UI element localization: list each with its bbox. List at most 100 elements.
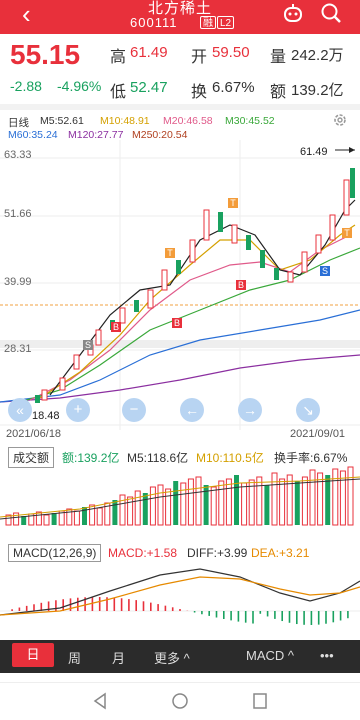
macd-bar	[296, 611, 298, 625]
amount-value: 139.2亿	[291, 82, 344, 99]
arrow-right-icon[interactable]: →	[238, 398, 262, 422]
volume-value: 242.2万	[291, 47, 344, 64]
volume-bar	[180, 482, 187, 526]
svg-text:B: B	[238, 280, 244, 290]
macd-bar	[62, 599, 64, 611]
volume-bar	[21, 516, 27, 525]
volume-turnover: 换手率:6.67%	[274, 451, 348, 465]
tab-week[interactable]: 周	[68, 648, 81, 667]
more-menu-icon[interactable]: •••	[320, 648, 334, 663]
macd-bar	[128, 599, 130, 611]
high-label: 高	[110, 49, 127, 66]
max-price-label: 61.49	[300, 146, 328, 158]
current-price: 55.15	[10, 39, 81, 70]
volume-bar	[279, 478, 286, 526]
macd-bar	[113, 597, 116, 611]
volume-bar	[332, 468, 339, 526]
volume-bar	[89, 504, 96, 526]
level2-badge: L2	[217, 16, 235, 29]
macd-bar	[223, 611, 225, 620]
macd-bar	[150, 602, 152, 611]
tab-month[interactable]: 月	[112, 648, 125, 667]
volume-bar	[73, 510, 80, 526]
search-icon[interactable]	[320, 2, 342, 24]
macd-bar	[98, 597, 101, 611]
tab-day[interactable]: 日	[12, 643, 54, 667]
volume-bar	[35, 511, 42, 526]
macd-bar	[18, 607, 21, 611]
candles	[35, 168, 355, 403]
volume-ma10: M10:110.5亿	[196, 451, 264, 465]
kline-chart[interactable]: S B B T T B S T	[0, 140, 360, 430]
macd-bar	[179, 609, 181, 611]
chart-controls: « + − ← → ↘	[0, 398, 360, 422]
macd-bar	[193, 611, 196, 613]
arrow-left-icon[interactable]: ←	[180, 398, 204, 422]
y-tick-1: 63.33	[4, 149, 32, 161]
macd-chart	[0, 568, 360, 625]
home-icon[interactable]	[171, 692, 189, 710]
svg-text:S: S	[322, 266, 328, 276]
macd-bar	[142, 601, 145, 611]
turnover-value: 6.67%	[212, 79, 255, 96]
amount-label: 额	[270, 84, 287, 101]
macd-bar	[120, 598, 123, 611]
macd-bar	[347, 611, 349, 619]
svg-text:T: T	[230, 198, 236, 208]
volume-bar	[339, 470, 346, 526]
macd-bar	[201, 611, 203, 615]
macd-bar	[157, 604, 159, 611]
volume-bar	[112, 500, 118, 525]
ma5-label: M5:52.61	[40, 115, 84, 127]
margin-badge: 融	[200, 16, 216, 29]
macd-tab[interactable]: MACD(12,26,9)	[8, 544, 102, 562]
tab-more[interactable]: 更多 ^	[154, 648, 190, 667]
shrink-icon[interactable]: «	[8, 398, 32, 422]
date-end: 2021/09/01	[290, 428, 346, 440]
macd-bar	[244, 611, 247, 623]
macd-bar	[303, 611, 305, 625]
expand-icon[interactable]: ↘	[296, 398, 320, 422]
volume-bar	[309, 469, 316, 526]
recents-icon[interactable]	[252, 692, 268, 710]
volume-bar	[210, 486, 217, 526]
volume-bar	[165, 488, 172, 526]
ma10-label: M10:48.91	[100, 115, 150, 127]
ma30-label: M30:45.52	[225, 115, 275, 127]
volume-ma5: M5:118.6亿	[127, 451, 189, 465]
volume-bar	[241, 482, 248, 526]
open-value: 59.50	[212, 44, 250, 61]
header-bar: ‹ 北方稀土 600111 融 L2	[0, 0, 360, 34]
macd-bar	[332, 611, 335, 623]
diff-value: DIFF:+3.99	[187, 546, 248, 560]
volume-bar	[301, 476, 308, 526]
macd-value: MACD:+1.58	[108, 546, 178, 560]
volume-bar	[264, 485, 270, 525]
macd-bar	[317, 611, 320, 625]
gear-icon[interactable]	[332, 112, 348, 128]
low-value: 52.47	[130, 79, 168, 96]
back-icon[interactable]	[92, 692, 108, 710]
zoom-in-icon[interactable]: +	[66, 398, 90, 422]
robot-icon[interactable]	[282, 2, 304, 24]
price-change-pct: -4.96%	[57, 78, 102, 94]
macd-bar	[266, 611, 269, 617]
volume-bar	[325, 475, 331, 525]
stock-code: 600111	[130, 15, 178, 30]
volume-bar	[317, 472, 324, 526]
stock-name: 北方稀土	[147, 0, 212, 17]
svg-text:B: B	[174, 318, 180, 328]
volume-bar	[119, 494, 126, 526]
ma20-label: M20:46.58	[163, 115, 213, 127]
macd-bar	[208, 611, 210, 616]
tab-indicator[interactable]: MACD ^	[246, 648, 294, 663]
system-navbar	[0, 682, 360, 720]
macd-bar	[237, 611, 240, 622]
volume-bar	[96, 507, 103, 526]
date-start: 2021/06/18	[6, 428, 62, 440]
zoom-out-icon[interactable]: −	[122, 398, 146, 422]
macd-bar	[274, 611, 276, 619]
macd-bar	[55, 600, 57, 611]
volume-bar	[195, 476, 202, 526]
macd-bar	[135, 600, 137, 611]
